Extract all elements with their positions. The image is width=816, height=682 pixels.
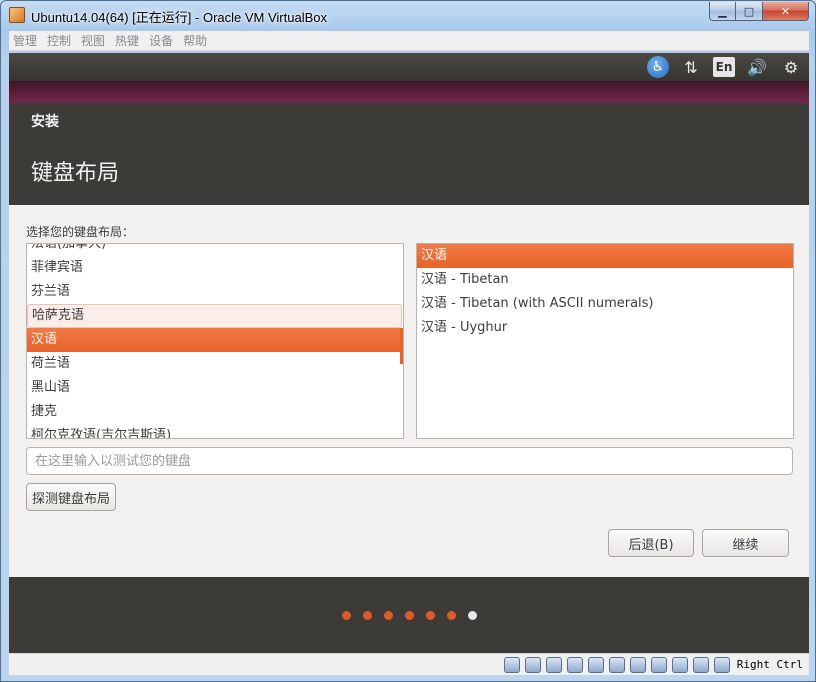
installer-content: 选择您的键盘布局： 法语(加拿大) 菲律宾语 芬兰语 哈萨克语 汉语 荷兰语 黑… [9, 205, 809, 577]
maximize-button[interactable]: □ [736, 2, 763, 21]
display-icon[interactable] [608, 656, 625, 673]
close-button[interactable]: ✕ [763, 2, 809, 21]
hard-disk-icon[interactable] [503, 656, 520, 673]
list-item[interactable]: 荷兰语 [27, 352, 403, 376]
variant-item-selected[interactable]: 汉语 [417, 244, 793, 268]
host-key-label: Right Ctrl [736, 658, 803, 671]
cpu-icon[interactable] [671, 656, 688, 673]
menu-help[interactable]: 帮助 [183, 32, 207, 49]
power-gear-icon[interactable]: ⚙ [779, 55, 803, 79]
scrollbar-indicator[interactable] [400, 328, 403, 364]
layout-prompt-label: 选择您的键盘布局： [26, 225, 135, 239]
video-capture-icon[interactable] [650, 656, 667, 673]
accessibility-icon[interactable]: ♿ [647, 56, 669, 78]
progress-dots [9, 611, 809, 620]
list-item-selected[interactable]: 汉语 [27, 328, 403, 352]
variant-item[interactable]: 汉语 - Uyghur [417, 316, 793, 340]
page-title: 键盘布局 [31, 161, 120, 186]
pencil-icon[interactable] [566, 656, 583, 673]
progress-dot [341, 611, 351, 620]
vm-screen[interactable]: ♿ ⇅ En 🔊 ⚙ 安装 键盘布局 选择您的键盘布局： 法语(加拿大) 菲律宾… [9, 53, 809, 653]
progress-dot [425, 611, 435, 620]
network-icon[interactable]: ⇅ [679, 55, 703, 79]
network-adapter-icon[interactable] [629, 656, 646, 673]
installer-window: 安装 键盘布局 选择您的键盘布局： 法语(加拿大) 菲律宾语 芬兰语 哈萨克语 … [9, 103, 809, 653]
progress-dot-current [467, 611, 477, 620]
virtualbox-window: Ubuntu14.04(64) [正在运行] - Oracle VM Virtu… [0, 0, 816, 682]
window-controls: ▁ □ ✕ [709, 2, 809, 21]
menu-bar: 管理 控制 视图 热键 设备 帮助 [9, 31, 809, 51]
list-item[interactable]: 黑山语 [27, 376, 403, 400]
usb-icon[interactable] [545, 656, 562, 673]
virtualbox-app-icon [9, 7, 25, 23]
continue-button[interactable]: 继续 [702, 529, 789, 557]
volume-icon[interactable]: 🔊 [745, 55, 769, 79]
list-item[interactable]: 菲律宾语 [27, 256, 403, 280]
back-button[interactable]: 后退(B) [608, 529, 694, 557]
list-item-hovered[interactable]: 哈萨克语 [27, 304, 402, 328]
panel-indicators: ♿ ⇅ En 🔊 ⚙ [637, 55, 803, 79]
progress-dot [446, 611, 456, 620]
title-bar[interactable]: Ubuntu14.04(64) [正在运行] - Oracle VM Virtu… [1, 1, 815, 29]
vm-status-bar: Right Ctrl [9, 653, 809, 675]
menu-hotkey[interactable]: 热键 [115, 32, 139, 49]
optical-drive-icon[interactable] [524, 656, 541, 673]
keyboard-language-indicator[interactable]: En [713, 57, 735, 77]
list-item[interactable]: 柯尔克孜语(吉尔吉斯语) [27, 424, 403, 438]
menu-devices[interactable]: 设备 [149, 32, 173, 49]
list-item[interactable]: 捷克 [27, 400, 403, 424]
progress-dot [404, 611, 414, 620]
list-item[interactable]: 法语(加拿大) [27, 244, 403, 256]
list-item[interactable]: 芬兰语 [27, 280, 403, 304]
menu-view[interactable]: 视图 [81, 32, 105, 49]
layout-rows: 法语(加拿大) 菲律宾语 芬兰语 哈萨克语 汉语 荷兰语 黑山语 捷克 柯尔克孜… [27, 244, 403, 438]
keyboard-variant-list[interactable]: 汉语 汉语 - Tibetan 汉语 - Tibetan (with ASCII… [416, 243, 794, 439]
installer-header: 安装 [31, 114, 59, 130]
shared-folder-icon[interactable] [587, 656, 604, 673]
detect-layout-button[interactable]: 探测键盘布局 [26, 483, 116, 511]
variant-item[interactable]: 汉语 - Tibetan (with ASCII numerals) [417, 292, 793, 316]
keyboard-test-input[interactable] [26, 447, 793, 475]
mouse-integration-icon[interactable] [692, 656, 709, 673]
keyboard-layout-list[interactable]: 法语(加拿大) 菲律宾语 芬兰语 哈萨克语 汉语 荷兰语 黑山语 捷克 柯尔克孜… [26, 243, 404, 439]
keyboard-capture-icon[interactable] [713, 656, 730, 673]
variant-item[interactable]: 汉语 - Tibetan [417, 268, 793, 292]
progress-dot [362, 611, 372, 620]
minimize-button[interactable]: ▁ [709, 2, 736, 21]
menu-manage[interactable]: 管理 [13, 32, 37, 49]
progress-dot [383, 611, 393, 620]
ubuntu-top-panel: ♿ ⇅ En 🔊 ⚙ [9, 53, 809, 81]
menu-control[interactable]: 控制 [47, 32, 71, 49]
window-title: Ubuntu14.04(64) [正在运行] - Oracle VM Virtu… [31, 10, 327, 25]
